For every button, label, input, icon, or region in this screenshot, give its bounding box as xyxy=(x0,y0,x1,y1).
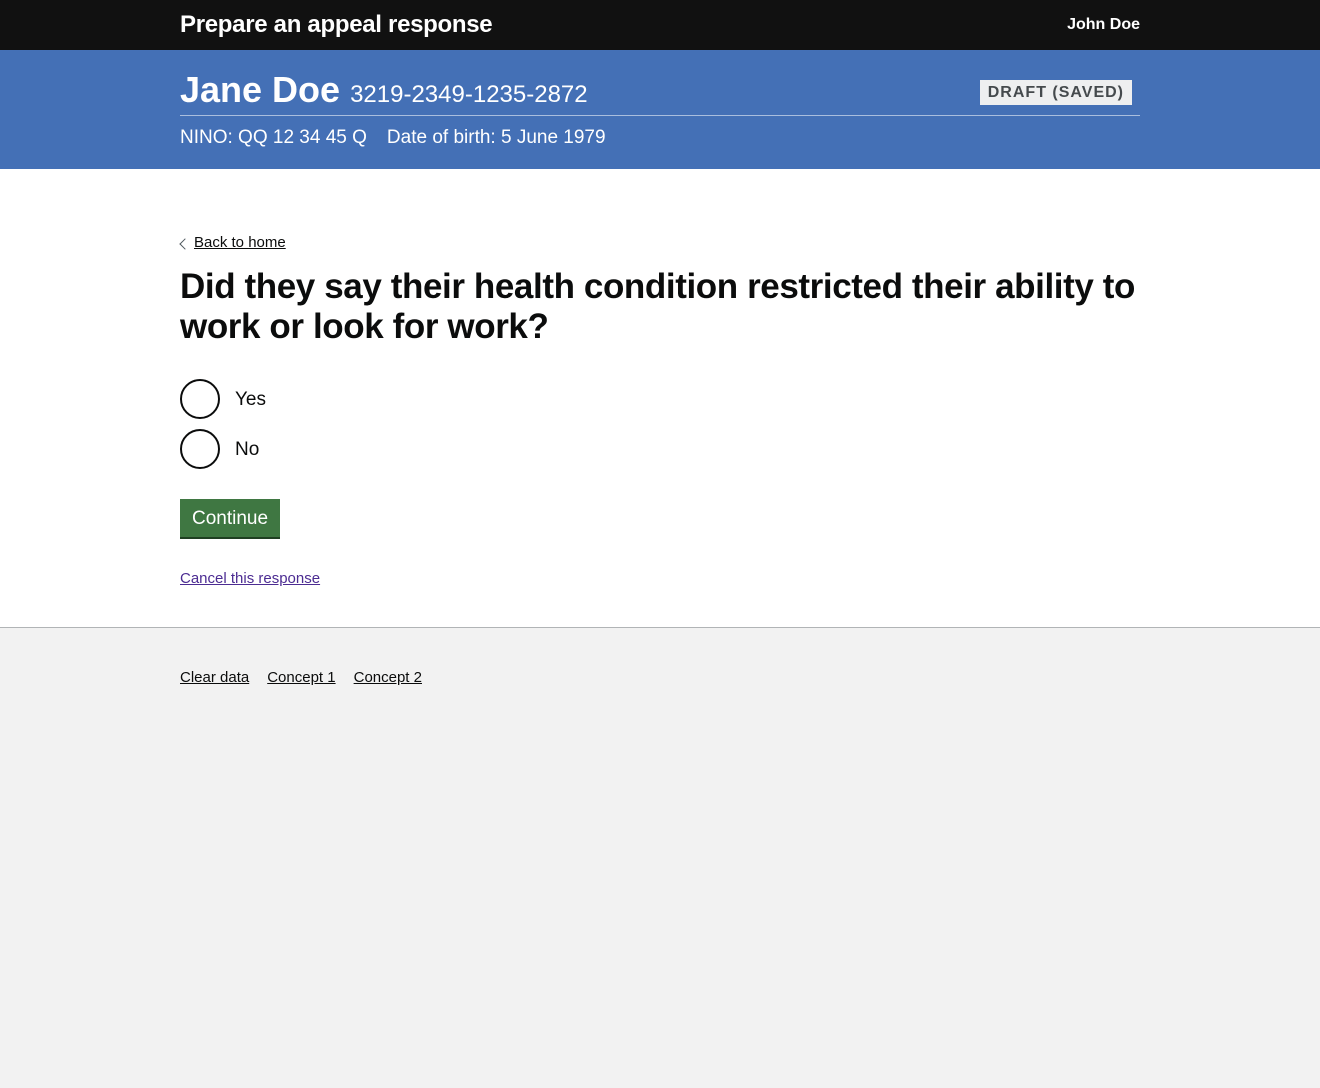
radio-label-yes[interactable]: Yes xyxy=(235,387,266,412)
date-of-birth-text: Date of birth: 5 June 1979 xyxy=(386,127,606,148)
main-container: Back to home Did they say their health c… xyxy=(179,169,1140,628)
case-banner: Jane Doe 3219-2349-1235-2872 DRAFT (SAVE… xyxy=(0,50,1320,169)
case-title-row: Jane Doe 3219-2349-1235-2872 DRAFT (SAVE… xyxy=(180,70,1140,116)
back-to-home-link[interactable]: Back to home xyxy=(179,233,286,253)
continue-button[interactable]: Continue xyxy=(180,499,281,537)
back-link-label: Back to home xyxy=(194,234,286,251)
claimant-name: Jane Doe xyxy=(180,69,341,110)
case-banner-container: Jane Doe 3219-2349-1235-2872 DRAFT (SAVE… xyxy=(180,50,1140,169)
footer-link-clear-data[interactable]: Clear data xyxy=(180,668,249,688)
top-header: Prepare an appeal response John Doe xyxy=(0,0,1320,50)
radio-button-yes[interactable] xyxy=(180,379,220,419)
cancel-response-link[interactable]: Cancel this response xyxy=(180,569,320,589)
chevron-left-icon xyxy=(179,238,191,250)
status-badge: DRAFT (SAVED) xyxy=(979,80,1132,105)
service-name-link[interactable]: Prepare an appeal response xyxy=(180,11,493,39)
user-account-link[interactable]: John Doe xyxy=(1067,16,1140,34)
footer: Clear data Concept 1 Concept 2 xyxy=(0,628,1320,688)
footer-link-concept-1[interactable]: Concept 1 xyxy=(267,668,335,688)
nino-text: NINO: QQ 12 34 45 Q xyxy=(180,127,367,148)
main-content: Back to home Did they say their health c… xyxy=(0,169,1320,628)
radio-button-no[interactable] xyxy=(180,429,220,469)
page-title: Did they say their health condition rest… xyxy=(180,267,1135,346)
radio-option-yes[interactable]: Yes xyxy=(180,379,266,419)
top-header-container: Prepare an appeal response John Doe xyxy=(180,0,1140,50)
radio-label-no[interactable]: No xyxy=(235,437,259,462)
footer-link-concept-2[interactable]: Concept 2 xyxy=(354,668,422,688)
footer-container: Clear data Concept 1 Concept 2 xyxy=(180,628,1140,688)
claim-reference: 3219-2349-1235-2872 xyxy=(350,81,588,108)
case-details-row: NINO: QQ 12 34 45 Q Date of birth: 5 Jun… xyxy=(180,126,626,150)
radio-option-no[interactable]: No xyxy=(180,429,259,469)
